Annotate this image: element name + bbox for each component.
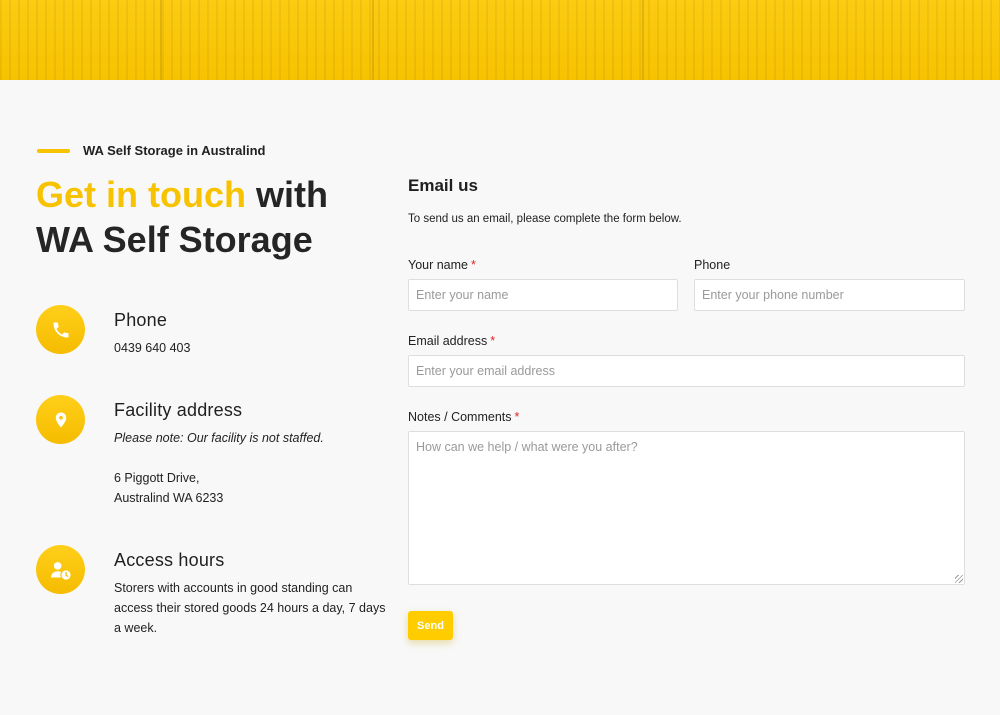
phone-heading: Phone xyxy=(114,310,168,330)
location-pin-icon xyxy=(36,395,85,444)
phone-info-block: Phone 0439 640 403 xyxy=(36,305,386,365)
phone-icon xyxy=(36,305,85,354)
eyebrow: WA Self Storage in Australind xyxy=(37,143,266,158)
name-input[interactable] xyxy=(408,279,678,311)
banner-seam xyxy=(160,0,162,80)
hero-banner-image xyxy=(0,0,1000,80)
name-label: Your name * xyxy=(408,258,476,272)
address-info-block: Facility address Please note: Our facili… xyxy=(36,395,386,515)
title-line2: WA Self Storage xyxy=(36,219,313,260)
notes-label: Notes / Comments * xyxy=(408,410,519,424)
email-input[interactable] xyxy=(408,355,965,387)
notes-label-text: Notes / Comments xyxy=(408,410,512,424)
form-intro: To send us an email, please complete the… xyxy=(408,213,682,225)
name-label-text: Your name xyxy=(408,258,468,272)
required-mark: * xyxy=(514,410,520,424)
hours-info-block: Access hours Storers with accounts in go… xyxy=(36,545,386,645)
user-clock-icon xyxy=(36,545,85,594)
email-label-text: Email address xyxy=(408,334,488,348)
email-label: Email address * xyxy=(408,334,495,348)
form-title: Email us xyxy=(408,176,478,195)
title-rest: with xyxy=(246,174,328,215)
phone-input[interactable] xyxy=(694,279,965,311)
phone-label: Phone xyxy=(694,258,730,272)
email-form-header: Email us To send us an email, please com… xyxy=(408,176,965,225)
banner-seam xyxy=(642,0,644,80)
required-mark: * xyxy=(490,334,496,348)
eyebrow-accent-bar xyxy=(37,148,70,153)
address-heading: Facility address xyxy=(114,400,243,420)
hours-heading: Access hours xyxy=(114,550,225,570)
required-mark: * xyxy=(471,258,476,272)
phone-number[interactable]: 0439 640 403 xyxy=(114,338,389,358)
address-line2: Australind WA 6233 xyxy=(114,491,224,505)
eyebrow-text: WA Self Storage in Australind xyxy=(83,143,266,158)
resize-handle-icon[interactable] xyxy=(955,575,963,583)
hours-text: Storers with accounts in good standing c… xyxy=(114,581,386,635)
title-highlight: Get in touch xyxy=(36,174,246,215)
address-line1: 6 Piggott Drive, xyxy=(114,471,200,485)
notes-textarea[interactable] xyxy=(408,431,965,585)
phone-label-text: Phone xyxy=(694,258,731,272)
banner-seam xyxy=(372,0,374,80)
address-note: Please note: Our facility is not staffed… xyxy=(114,431,324,445)
send-button[interactable]: Send xyxy=(408,611,453,640)
page-title: Get in touch with WA Self Storage xyxy=(36,172,376,262)
